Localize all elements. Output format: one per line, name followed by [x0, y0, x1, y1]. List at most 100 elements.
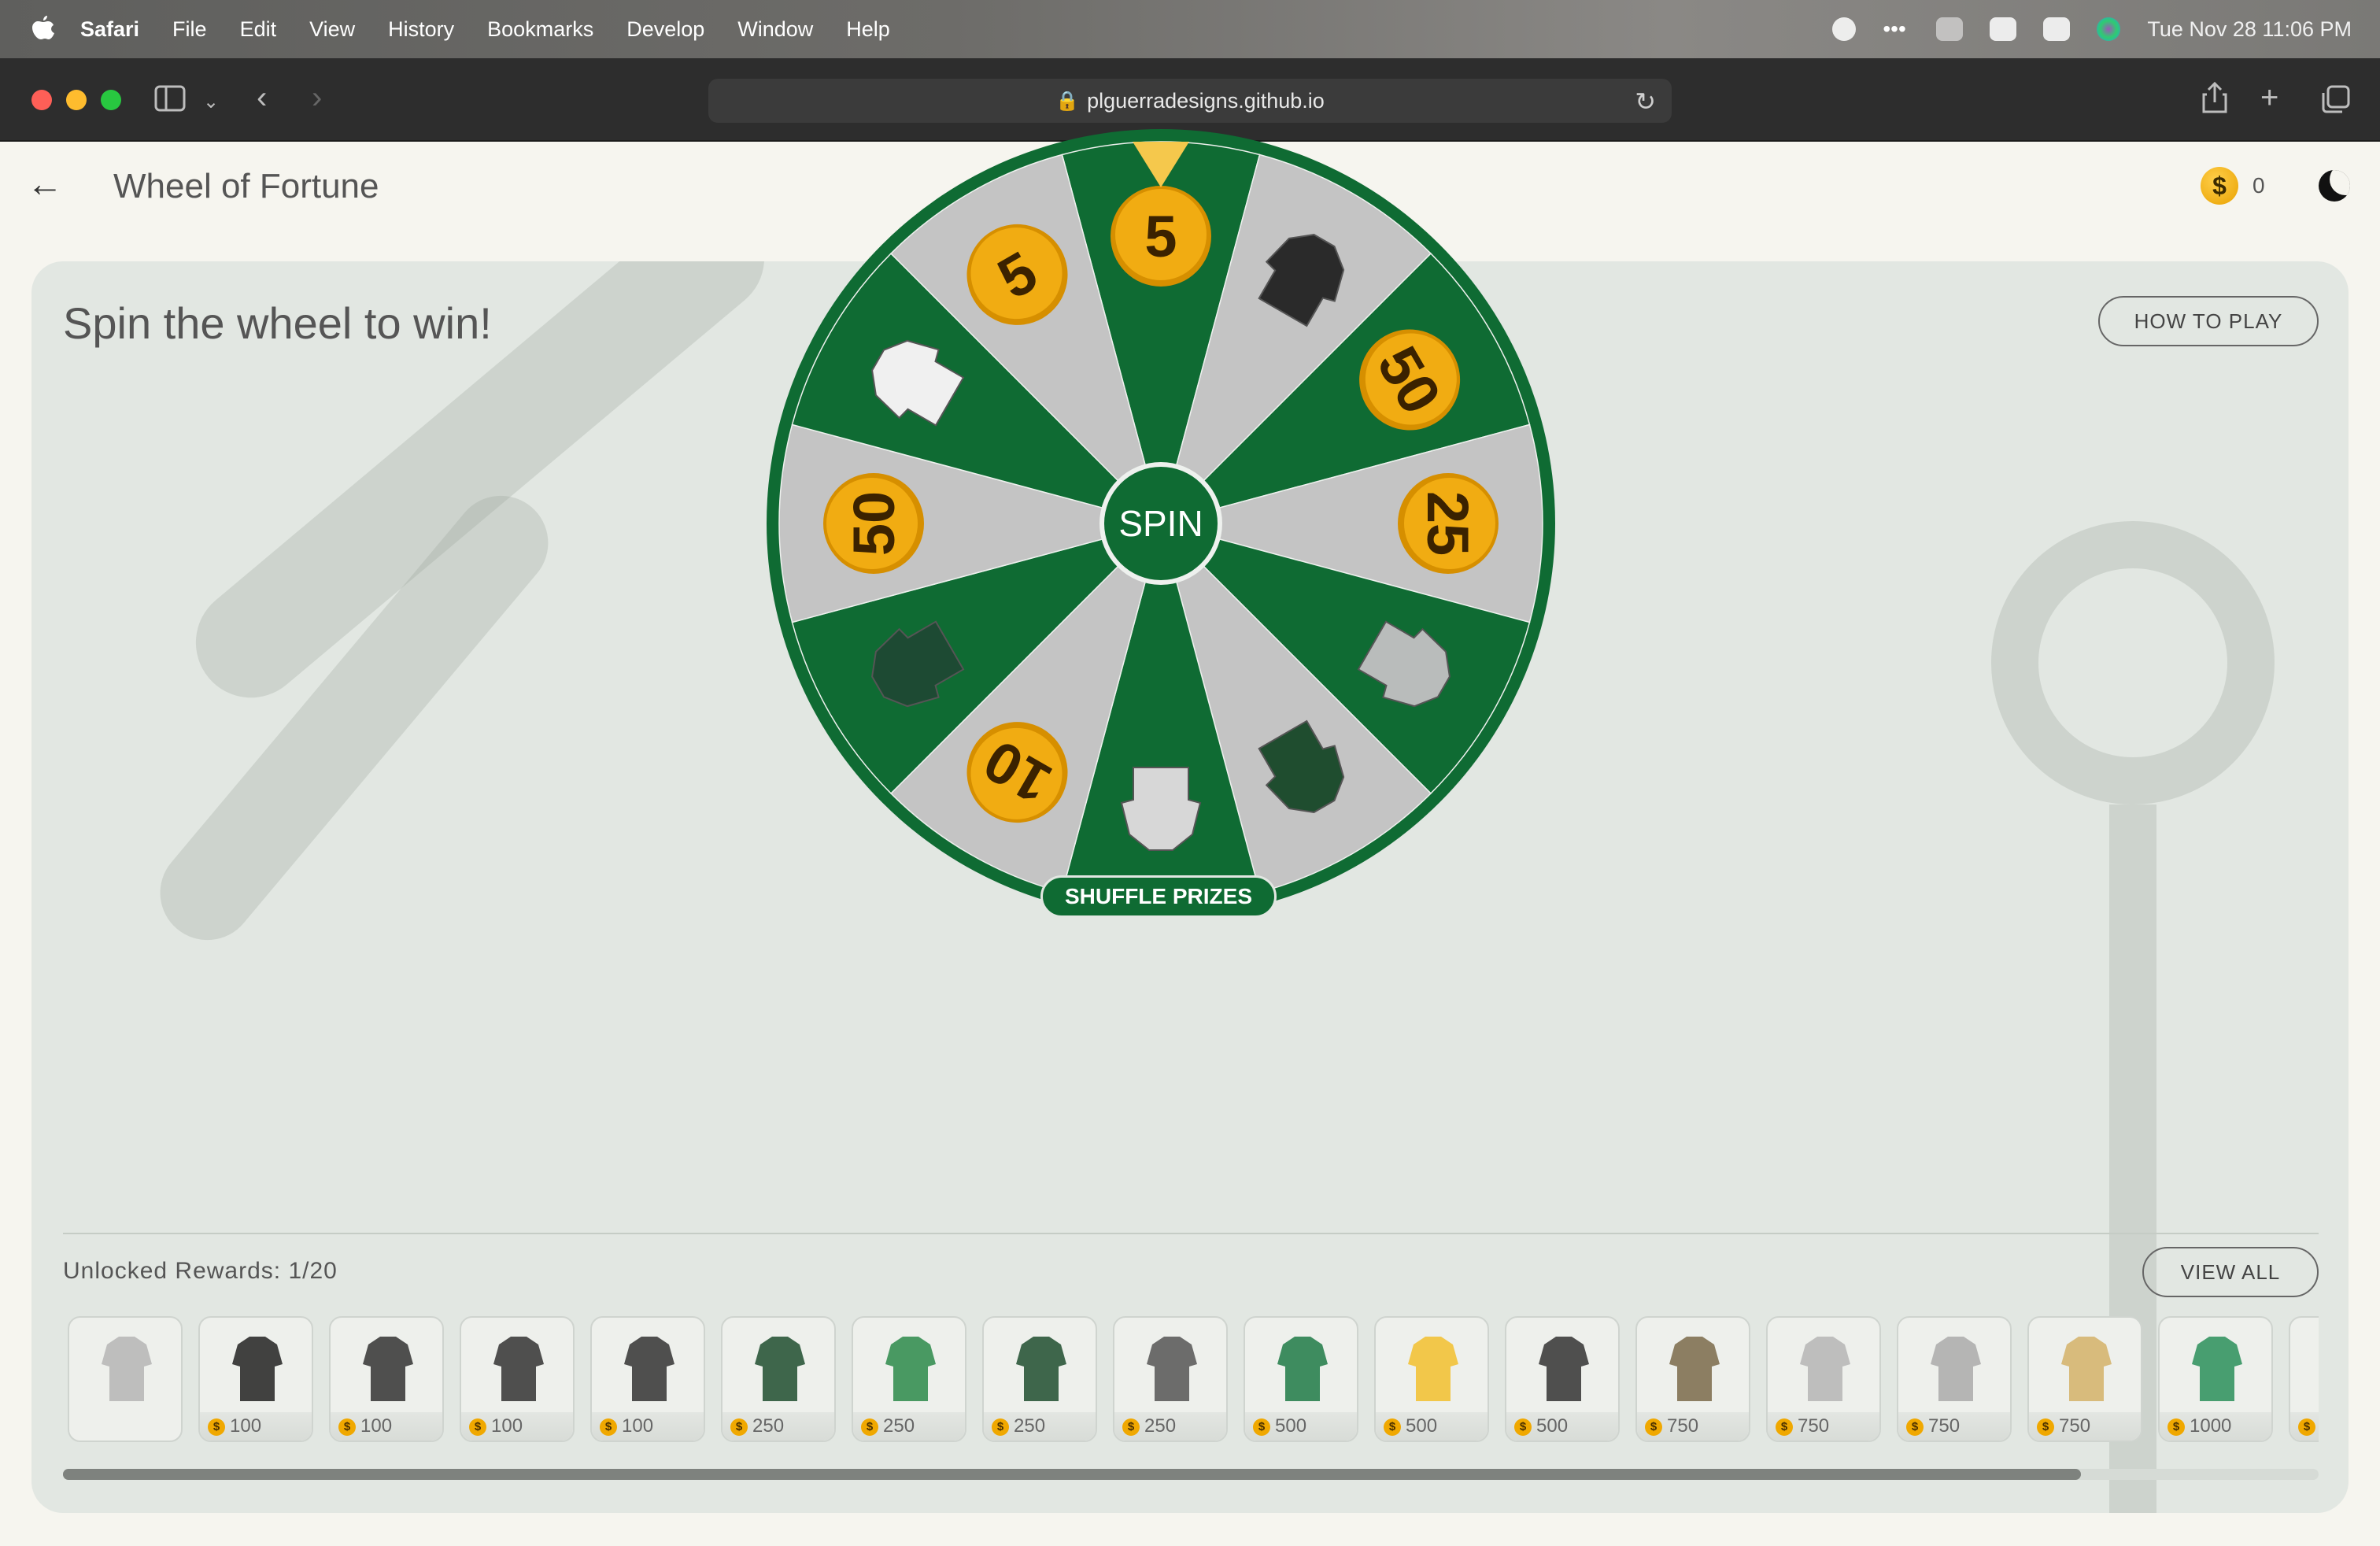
- reward-item[interactable]: $500: [1244, 1316, 1358, 1442]
- reward-price-value: 500: [1275, 1415, 1307, 1437]
- reward-price-value: 500: [1536, 1415, 1569, 1437]
- straw-tumbler-icon: [618, 1329, 681, 1407]
- polo-icon: [1402, 1329, 1465, 1407]
- new-tab-icon[interactable]: +: [2260, 82, 2278, 113]
- zoom-window-button[interactable]: [101, 90, 121, 110]
- reward-item[interactable]: $750: [1766, 1316, 1881, 1442]
- chevron-down-icon[interactable]: ⌄: [203, 87, 219, 118]
- reward-item[interactable]: $750: [1897, 1316, 2012, 1442]
- menu-bookmarks[interactable]: Bookmarks: [487, 17, 593, 42]
- how-to-play-button[interactable]: HOW TO PLAY: [2098, 296, 2319, 346]
- coin-icon: $: [1906, 1418, 1924, 1436]
- coin-icon: $: [1122, 1418, 1140, 1436]
- apple-icon[interactable]: [31, 16, 55, 43]
- forward-nav-icon[interactable]: ›: [312, 82, 322, 113]
- reward-price: $250: [722, 1412, 834, 1441]
- reward-item[interactable]: $250: [982, 1316, 1097, 1442]
- reward-item[interactable]: $100: [460, 1316, 575, 1442]
- cap-icon: [1010, 1329, 1073, 1407]
- reward-item[interactable]: $250: [721, 1316, 836, 1442]
- reward-price: $1000: [2160, 1412, 2271, 1441]
- card-heading: Spin the wheel to win!: [63, 298, 492, 348]
- reward-item[interactable]: $750: [2027, 1316, 2142, 1442]
- bottle-opener-icon: [2055, 1329, 2118, 1407]
- unlocked-rewards-label: Unlocked Rewards: 1/20: [63, 1258, 338, 1284]
- menu-view[interactable]: View: [309, 17, 355, 42]
- url-text: plguerradesigns.github.io: [1087, 88, 1325, 113]
- menu-history[interactable]: History: [388, 17, 454, 42]
- reward-price: $750: [1637, 1412, 1749, 1441]
- url-bar[interactable]: 🔒 plguerradesigns.github.io ↻: [708, 79, 1672, 123]
- reward-price-value: 750: [1928, 1415, 1961, 1437]
- reward-item[interactable]: $100: [329, 1316, 444, 1442]
- menu-file[interactable]: File: [172, 17, 207, 42]
- reward-price: $500: [1245, 1412, 1357, 1441]
- prize-wheel[interactable]: 5 50 25 10 50 5 SPIN: [763, 126, 1558, 921]
- control-center-icon[interactable]: [2043, 17, 2071, 41]
- siri-icon[interactable]: [2097, 17, 2121, 41]
- reward-item[interactable]: $500: [1374, 1316, 1489, 1442]
- coin-icon: $: [992, 1418, 1009, 1436]
- quarter-zip-icon: [95, 1329, 158, 1407]
- rewards-scrollbar[interactable]: [63, 1469, 2319, 1480]
- coin-icon: $: [2037, 1418, 2054, 1436]
- reward-price: $750: [1898, 1412, 2010, 1441]
- reward-item[interactable]: $250: [1113, 1316, 1228, 1442]
- coin-icon: $: [1384, 1418, 1401, 1436]
- menubar-clock[interactable]: Tue Nov 28 11:06 PM: [2147, 17, 2352, 42]
- menu-app-name[interactable]: Safari: [80, 17, 139, 42]
- reward-item[interactable]: $500: [1505, 1316, 1620, 1442]
- tab-overview-icon[interactable]: [2322, 85, 2350, 119]
- medallion-icon: [1663, 1329, 1726, 1407]
- menu-edit[interactable]: Edit: [240, 17, 277, 42]
- reward-price-value: 250: [1014, 1415, 1046, 1437]
- back-arrow-icon[interactable]: ←: [27, 165, 63, 202]
- page-title: Wheel of Fortune: [113, 167, 379, 205]
- menu-develop[interactable]: Develop: [626, 17, 704, 42]
- reward-item[interactable]: $100: [590, 1316, 705, 1442]
- coin-prize: 5: [1111, 186, 1211, 287]
- scrollbar-thumb[interactable]: [63, 1469, 2081, 1480]
- menu-window[interactable]: Window: [737, 17, 813, 42]
- reward-item[interactable]: $100: [198, 1316, 313, 1442]
- reward-item[interactable]: $750: [1635, 1316, 1750, 1442]
- notification-icon[interactable]: [1990, 17, 2017, 41]
- earrings-icon: [2186, 1329, 2249, 1407]
- reward-price-value: 1000: [2190, 1415, 2232, 1437]
- view-all-button[interactable]: VIEW ALL: [2142, 1247, 2319, 1297]
- reward-price: $100: [200, 1412, 312, 1441]
- merch-prize: [1120, 767, 1202, 851]
- reward-item[interactable]: $250: [852, 1316, 966, 1442]
- back-nav-icon[interactable]: ‹: [257, 82, 267, 113]
- coin-prize: 50: [823, 473, 924, 574]
- share-icon[interactable]: [2202, 81, 2227, 119]
- screen-record-icon[interactable]: [1832, 17, 1857, 41]
- reload-icon[interactable]: ↻: [1635, 87, 1656, 117]
- dark-mode-toggle-icon[interactable]: [2319, 170, 2350, 202]
- reward-price-value: 500: [1406, 1415, 1438, 1437]
- spin-label[interactable]: SPIN: [1118, 503, 1203, 544]
- reward-price: $100: [461, 1412, 573, 1441]
- reward-item[interactable]: [68, 1316, 183, 1442]
- coin-icon: $: [1514, 1418, 1532, 1436]
- divider: [63, 1233, 2319, 1234]
- polo-icon: [1271, 1329, 1334, 1407]
- quarter-zip-icon: [1794, 1329, 1857, 1407]
- shuffle-prizes-button[interactable]: SHUFFLE PRIZES: [1040, 875, 1277, 918]
- reward-price-value: 100: [491, 1415, 523, 1437]
- reward-item[interactable]: $1000: [2289, 1316, 2319, 1442]
- gloves-icon: [226, 1329, 289, 1407]
- more-icon[interactable]: •••: [1883, 17, 1909, 41]
- reward-price: $500: [1506, 1412, 1618, 1441]
- close-window-button[interactable]: [31, 90, 52, 110]
- reward-item[interactable]: $1000: [2158, 1316, 2273, 1442]
- vest-icon: [2316, 1329, 2319, 1407]
- minimize-window-button[interactable]: [66, 90, 87, 110]
- reward-price: $500: [1376, 1412, 1488, 1441]
- coin-icon: $: [1253, 1418, 1270, 1436]
- cloud-icon[interactable]: [1936, 17, 1964, 41]
- rewards-strip[interactable]: $100 $100 $100 $100 $250 $250 $250 $250 $500 $500…: [68, 1316, 2319, 1448]
- menu-help[interactable]: Help: [846, 17, 890, 42]
- coin-prize: 25: [1398, 473, 1499, 574]
- sidebar-toggle-icon[interactable]: [154, 85, 186, 117]
